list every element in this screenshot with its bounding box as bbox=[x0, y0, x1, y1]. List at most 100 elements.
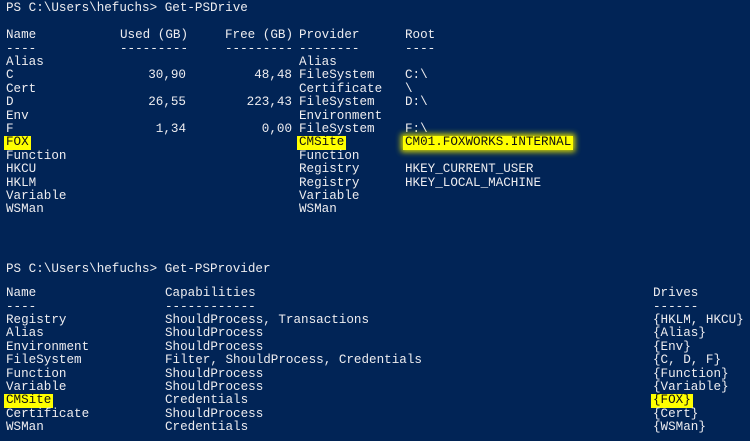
psprovider-row: Environment ShouldProcess {Env} bbox=[0, 339, 750, 354]
psdrive-row: HKCU Registry HKEY_CURRENT_USER bbox=[0, 162, 750, 177]
dash-capabilities: ------------ bbox=[165, 299, 256, 314]
psdrive-row: FOX CMSite CM01.FOXWORKS.INTERNAL bbox=[0, 135, 750, 150]
drive-used: 1,34 bbox=[155, 122, 186, 136]
provider-name: CMSite bbox=[4, 393, 54, 408]
provider-drives: {Env} bbox=[653, 339, 691, 354]
provider-capabilities: Credentials bbox=[165, 420, 249, 435]
psprovider-row: Alias ShouldProcess {Alias} bbox=[0, 326, 750, 341]
psprovider-row: FileSystem Filter, ShouldProcess, Credent… bbox=[0, 353, 750, 368]
psprovider-row: Certificate ShouldProcess {Cert} bbox=[0, 406, 750, 421]
drive-provider: FileSystem bbox=[299, 68, 375, 83]
psdrive-row: Env Environment bbox=[0, 108, 750, 123]
drive-name: Alias bbox=[6, 55, 44, 69]
provider-name: Registry bbox=[6, 313, 67, 327]
drive-root: HKEY_CURRENT_USER bbox=[405, 162, 534, 177]
provider-capabilities: Credentials bbox=[165, 393, 249, 408]
drive-free: 223,43 bbox=[246, 95, 292, 110]
psdrive-row: HKLM Registry HKEY_LOCAL_MACHINE bbox=[0, 175, 750, 190]
dash-provider: -------- bbox=[299, 41, 360, 56]
header-drives: Drives bbox=[653, 286, 699, 300]
powershell-console[interactable]: PS C:\Users\hefuchs> Get-PSDrive Name Us… bbox=[0, 0, 750, 441]
drive-provider: Alias bbox=[299, 55, 337, 69]
psprovider-header-row: Name Capabilities Drives bbox=[0, 286, 750, 300]
drive-provider: Variable bbox=[299, 189, 360, 203]
provider-name: WSMan bbox=[6, 420, 44, 435]
drive-name: F bbox=[6, 122, 14, 136]
drive-root: \ bbox=[405, 81, 413, 96]
provider-drives: {Alias} bbox=[653, 326, 706, 341]
psdrive-row: C 30,90 48,48 FileSystem C:\ bbox=[0, 68, 750, 83]
drive-name: D bbox=[6, 95, 14, 110]
drive-name: Cert bbox=[6, 81, 37, 96]
provider-name: Certificate bbox=[6, 406, 90, 421]
drive-root: D:\ bbox=[405, 95, 428, 110]
header-capabilities: Capabilities bbox=[165, 286, 256, 300]
provider-capabilities: ShouldProcess bbox=[165, 366, 264, 381]
dash-free: --------- bbox=[225, 41, 294, 56]
header-used: Used (GB) bbox=[120, 28, 189, 42]
provider-name: Environment bbox=[6, 339, 90, 354]
provider-drives: {Function} bbox=[653, 366, 729, 381]
drive-root: F:\ bbox=[405, 122, 428, 136]
prompt-text: PS C:\Users\hefuchs> Get-PSProvider bbox=[6, 262, 271, 276]
psprovider-dash-row: ---- ------------ ------ bbox=[0, 299, 750, 314]
drive-name: Function bbox=[6, 148, 67, 163]
psprovider-row: Registry ShouldProcess, Transactions {HKLM… bbox=[0, 313, 750, 327]
dash-name: ---- bbox=[6, 299, 37, 314]
drive-root: C:\ bbox=[405, 68, 428, 83]
header-provider: Provider bbox=[299, 28, 360, 42]
prompt-get-psdrive: PS C:\Users\hefuchs> Get-PSDrive bbox=[0, 1, 750, 15]
provider-drives: {WSMan} bbox=[653, 420, 706, 435]
drive-free: 48,48 bbox=[254, 68, 292, 83]
provider-capabilities: ShouldProcess bbox=[165, 326, 264, 341]
psprovider-row: Variable ShouldProcess {Variable} bbox=[0, 380, 750, 394]
drive-provider: FileSystem bbox=[299, 95, 375, 110]
header-free: Free (GB) bbox=[225, 28, 294, 42]
psprovider-row: WSMan Credentials {WSMan} bbox=[0, 420, 750, 435]
psdrive-row: D 26,55 223,43 FileSystem D:\ bbox=[0, 95, 750, 110]
drive-used: 30,90 bbox=[148, 68, 186, 83]
psdrive-header-row: Name Used (GB) Free (GB) Provider Root bbox=[0, 28, 750, 42]
drive-name: Env bbox=[6, 108, 29, 123]
drive-root: HKEY_LOCAL_MACHINE bbox=[405, 175, 542, 190]
drive-provider: Certificate bbox=[299, 81, 383, 96]
drive-root: CM01.FOXWORKS.INTERNAL bbox=[403, 135, 574, 150]
provider-capabilities: ShouldProcess bbox=[165, 406, 264, 421]
drive-provider: FileSystem bbox=[299, 122, 375, 136]
drive-provider: CMSite bbox=[297, 135, 347, 150]
psdrive-row: F 1,34 0,00 FileSystem F:\ bbox=[0, 122, 750, 136]
drive-provider: Function bbox=[299, 148, 360, 163]
provider-name: Variable bbox=[6, 380, 67, 394]
psdrive-row: Variable Variable bbox=[0, 189, 750, 203]
prompt-text: PS C:\Users\hefuchs> Get-PSDrive bbox=[6, 1, 248, 15]
dash-drives: ------ bbox=[653, 299, 699, 314]
dash-used: --------- bbox=[120, 41, 189, 56]
drive-provider: WSMan bbox=[299, 202, 337, 217]
drive-used: 26,55 bbox=[148, 95, 186, 110]
drive-provider: Registry bbox=[299, 175, 360, 190]
dash-name: ---- bbox=[6, 41, 37, 56]
prompt-get-psprovider: PS C:\Users\hefuchs> Get-PSProvider bbox=[0, 262, 750, 276]
drive-name: Variable bbox=[6, 189, 67, 203]
provider-name: Alias bbox=[6, 326, 44, 341]
provider-drives: {Variable} bbox=[653, 380, 729, 394]
provider-capabilities: Filter, ShouldProcess, Credentials bbox=[165, 353, 422, 368]
header-name: Name bbox=[6, 286, 37, 300]
psprovider-row: CMSite Credentials {FOX} bbox=[0, 393, 750, 408]
provider-name: Function bbox=[6, 366, 67, 381]
drive-free: 0,00 bbox=[261, 122, 292, 136]
provider-capabilities: ShouldProcess, Transactions bbox=[165, 313, 370, 327]
header-name: Name bbox=[6, 28, 37, 42]
psdrive-row: WSMan WSMan bbox=[0, 202, 750, 217]
psdrive-dash-row: ---- --------- --------- -------- ---- bbox=[0, 41, 750, 56]
drive-name: HKCU bbox=[6, 162, 37, 177]
psdrive-row: Alias Alias bbox=[0, 55, 750, 69]
header-root: Root bbox=[405, 28, 436, 42]
drive-provider: Environment bbox=[299, 108, 383, 123]
provider-capabilities: ShouldProcess bbox=[165, 339, 264, 354]
provider-name: FileSystem bbox=[6, 353, 82, 368]
drive-name: C bbox=[6, 68, 14, 83]
psdrive-row: Function Function bbox=[0, 148, 750, 163]
provider-drives: {Cert} bbox=[653, 406, 699, 421]
psprovider-row: Function ShouldProcess {Function} bbox=[0, 366, 750, 381]
